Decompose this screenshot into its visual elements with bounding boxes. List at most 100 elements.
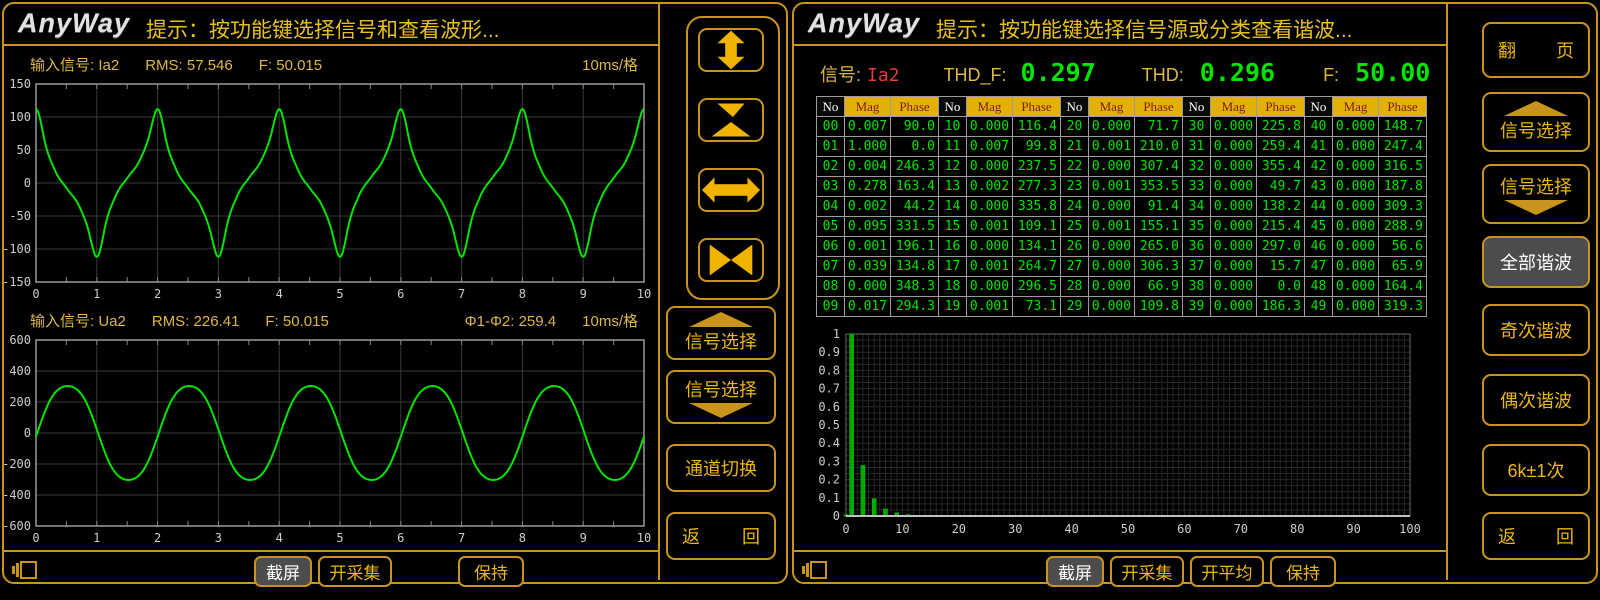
svg-text:5: 5 bbox=[336, 287, 343, 301]
ia2-waveform-chart: 150100500-50-100-150012345678910 bbox=[4, 74, 656, 308]
horizontal-expand-button[interactable] bbox=[698, 168, 764, 212]
table-cell: 0.000 bbox=[1089, 277, 1134, 296]
page-turn-button[interactable]: 翻 页 bbox=[1482, 22, 1590, 78]
odd-harmonics-label: 奇次谐波 bbox=[1500, 317, 1572, 343]
svg-text:9: 9 bbox=[580, 531, 587, 545]
table-cell: 15.7 bbox=[1257, 257, 1304, 276]
triangle-up-icon bbox=[689, 312, 753, 327]
svg-text:100: 100 bbox=[1399, 522, 1420, 536]
table-cell: 0.000 bbox=[1211, 117, 1256, 136]
signal-select-up-button[interactable]: 信号选择 bbox=[666, 306, 776, 360]
table-cell: 45 bbox=[1305, 217, 1332, 236]
svg-text:20: 20 bbox=[952, 522, 966, 536]
svg-text:50: 50 bbox=[17, 143, 31, 157]
hint-text: 提示：按功能键选择信号源或分类查看谐波... bbox=[936, 14, 1353, 44]
table-cell: 15 bbox=[939, 217, 966, 236]
svg-text:7: 7 bbox=[458, 287, 465, 301]
hold-button[interactable]: 保持 bbox=[458, 556, 524, 587]
channel-switch-button[interactable]: 通道切换 bbox=[666, 444, 776, 492]
horizontal-compress-button[interactable] bbox=[698, 238, 764, 282]
table-cell: 335.8 bbox=[1013, 197, 1060, 216]
table-cell: 164.4 bbox=[1379, 277, 1426, 296]
svg-text:3: 3 bbox=[215, 531, 222, 545]
table-cell: 0.000 bbox=[1089, 117, 1134, 136]
table-cell: 26 bbox=[1061, 237, 1088, 256]
svg-text:0.4: 0.4 bbox=[818, 436, 840, 450]
table-cell: 264.7 bbox=[1013, 257, 1060, 276]
triangle-down-icon bbox=[689, 403, 753, 418]
signal-select-up-button[interactable]: 信号选择 bbox=[1482, 92, 1590, 152]
waveform-panel: AnyWay 提示：按功能键选择信号和查看波形... 输入信号: Ia2 RMS… bbox=[2, 2, 788, 584]
table-cell: 22 bbox=[1061, 157, 1088, 176]
table-cell: 11 bbox=[939, 137, 966, 156]
screenshot-button[interactable]: 截屏 bbox=[254, 556, 312, 587]
svg-text:40: 40 bbox=[1064, 522, 1078, 536]
table-cell: 03 bbox=[817, 177, 844, 196]
start-average-button[interactable]: 开平均 bbox=[1190, 556, 1264, 587]
6k-plus-minus-1-button[interactable]: 6k±1次 bbox=[1482, 444, 1590, 496]
table-cell: 07 bbox=[817, 257, 844, 276]
table-cell: 0.000 bbox=[1211, 297, 1256, 316]
table-cell: Mag bbox=[967, 97, 1012, 116]
svg-text:1: 1 bbox=[93, 287, 100, 301]
screenshot-button[interactable]: 截屏 bbox=[1046, 556, 1104, 587]
signal-select-down-button[interactable]: 信号选择 bbox=[1482, 164, 1590, 224]
svg-text:8: 8 bbox=[519, 287, 526, 301]
hold-button[interactable]: 保持 bbox=[1270, 556, 1336, 587]
hint-text: 提示：按功能键选择信号和查看波形... bbox=[146, 14, 500, 44]
vertical-compress-button[interactable] bbox=[698, 98, 764, 142]
table-cell: 0.000 bbox=[1333, 157, 1378, 176]
svg-text:1: 1 bbox=[833, 327, 840, 341]
chart2-freq: F: 50.015 bbox=[265, 313, 328, 330]
table-cell: 36 bbox=[1183, 237, 1210, 256]
signal-select-label: 信号选择 bbox=[685, 376, 757, 402]
table-cell: 0.000 bbox=[967, 157, 1012, 176]
return-button[interactable]: 返 回 bbox=[1482, 512, 1590, 560]
screenshot-label: 截屏 bbox=[266, 559, 300, 584]
all-harmonics-button[interactable]: 全部谐波 bbox=[1482, 236, 1590, 288]
signal-readout-row: 信号: Ia2 THD_F: 0.297 THD: 0.296 F: 50.00 bbox=[820, 58, 1430, 87]
table-cell: Phase bbox=[891, 97, 938, 116]
table-cell: 109.8 bbox=[1135, 297, 1182, 316]
table-cell: 0.001 bbox=[845, 237, 890, 256]
svg-text:400: 400 bbox=[9, 364, 31, 378]
page-turn-label: 页 bbox=[1556, 37, 1574, 63]
triangle-up-icon bbox=[1504, 101, 1568, 116]
table-cell: 32 bbox=[1183, 157, 1210, 176]
page-turn-label: 翻 bbox=[1498, 37, 1516, 63]
svg-text:150: 150 bbox=[9, 77, 31, 91]
anyway-logo: AnyWay bbox=[18, 8, 130, 39]
table-cell: 294.3 bbox=[891, 297, 938, 316]
table-cell: 0.002 bbox=[967, 177, 1012, 196]
table-cell: 307.4 bbox=[1135, 157, 1182, 176]
table-cell: 306.3 bbox=[1135, 257, 1182, 276]
table-cell: 0.004 bbox=[845, 157, 890, 176]
table-cell: 44 bbox=[1305, 197, 1332, 216]
svg-text:0.6: 0.6 bbox=[818, 400, 840, 414]
table-cell: 0.000 bbox=[1211, 177, 1256, 196]
start-acquire-button[interactable]: 开采集 bbox=[318, 556, 392, 587]
table-cell: 0.000 bbox=[1333, 137, 1378, 156]
even-harmonics-button[interactable]: 偶次谐波 bbox=[1482, 374, 1590, 426]
table-cell: No bbox=[1061, 97, 1088, 116]
chart1-signal-label: 输入信号: Ia2 bbox=[30, 54, 119, 75]
return-button[interactable]: 返 回 bbox=[666, 512, 776, 560]
table-cell: 14 bbox=[939, 197, 966, 216]
table-cell: 0.000 bbox=[1333, 237, 1378, 256]
odd-harmonics-button[interactable]: 奇次谐波 bbox=[1482, 304, 1590, 356]
table-cell: 21 bbox=[1061, 137, 1088, 156]
table-cell: 0.000 bbox=[1333, 177, 1378, 196]
table-cell: 0.001 bbox=[1089, 137, 1134, 156]
chart1-freq: F: 50.015 bbox=[259, 57, 322, 74]
vertical-expand-button[interactable] bbox=[698, 28, 764, 72]
start-acquire-button[interactable]: 开采集 bbox=[1110, 556, 1184, 587]
table-cell: 210.0 bbox=[1135, 137, 1182, 156]
signal-select-label: 信号选择 bbox=[1500, 117, 1572, 143]
table-cell: 49.7 bbox=[1257, 177, 1304, 196]
signal-select-down-button[interactable]: 信号选择 bbox=[666, 370, 776, 424]
harmonics-panel: AnyWay 提示：按功能键选择信号源或分类查看谐波... 信号: Ia2 TH… bbox=[792, 2, 1598, 584]
table-cell: 43 bbox=[1305, 177, 1332, 196]
svg-text:6: 6 bbox=[397, 287, 404, 301]
table-cell: 33 bbox=[1183, 177, 1210, 196]
chart2-phase-diff: Φ1-Φ2: 259.4 bbox=[465, 313, 557, 330]
